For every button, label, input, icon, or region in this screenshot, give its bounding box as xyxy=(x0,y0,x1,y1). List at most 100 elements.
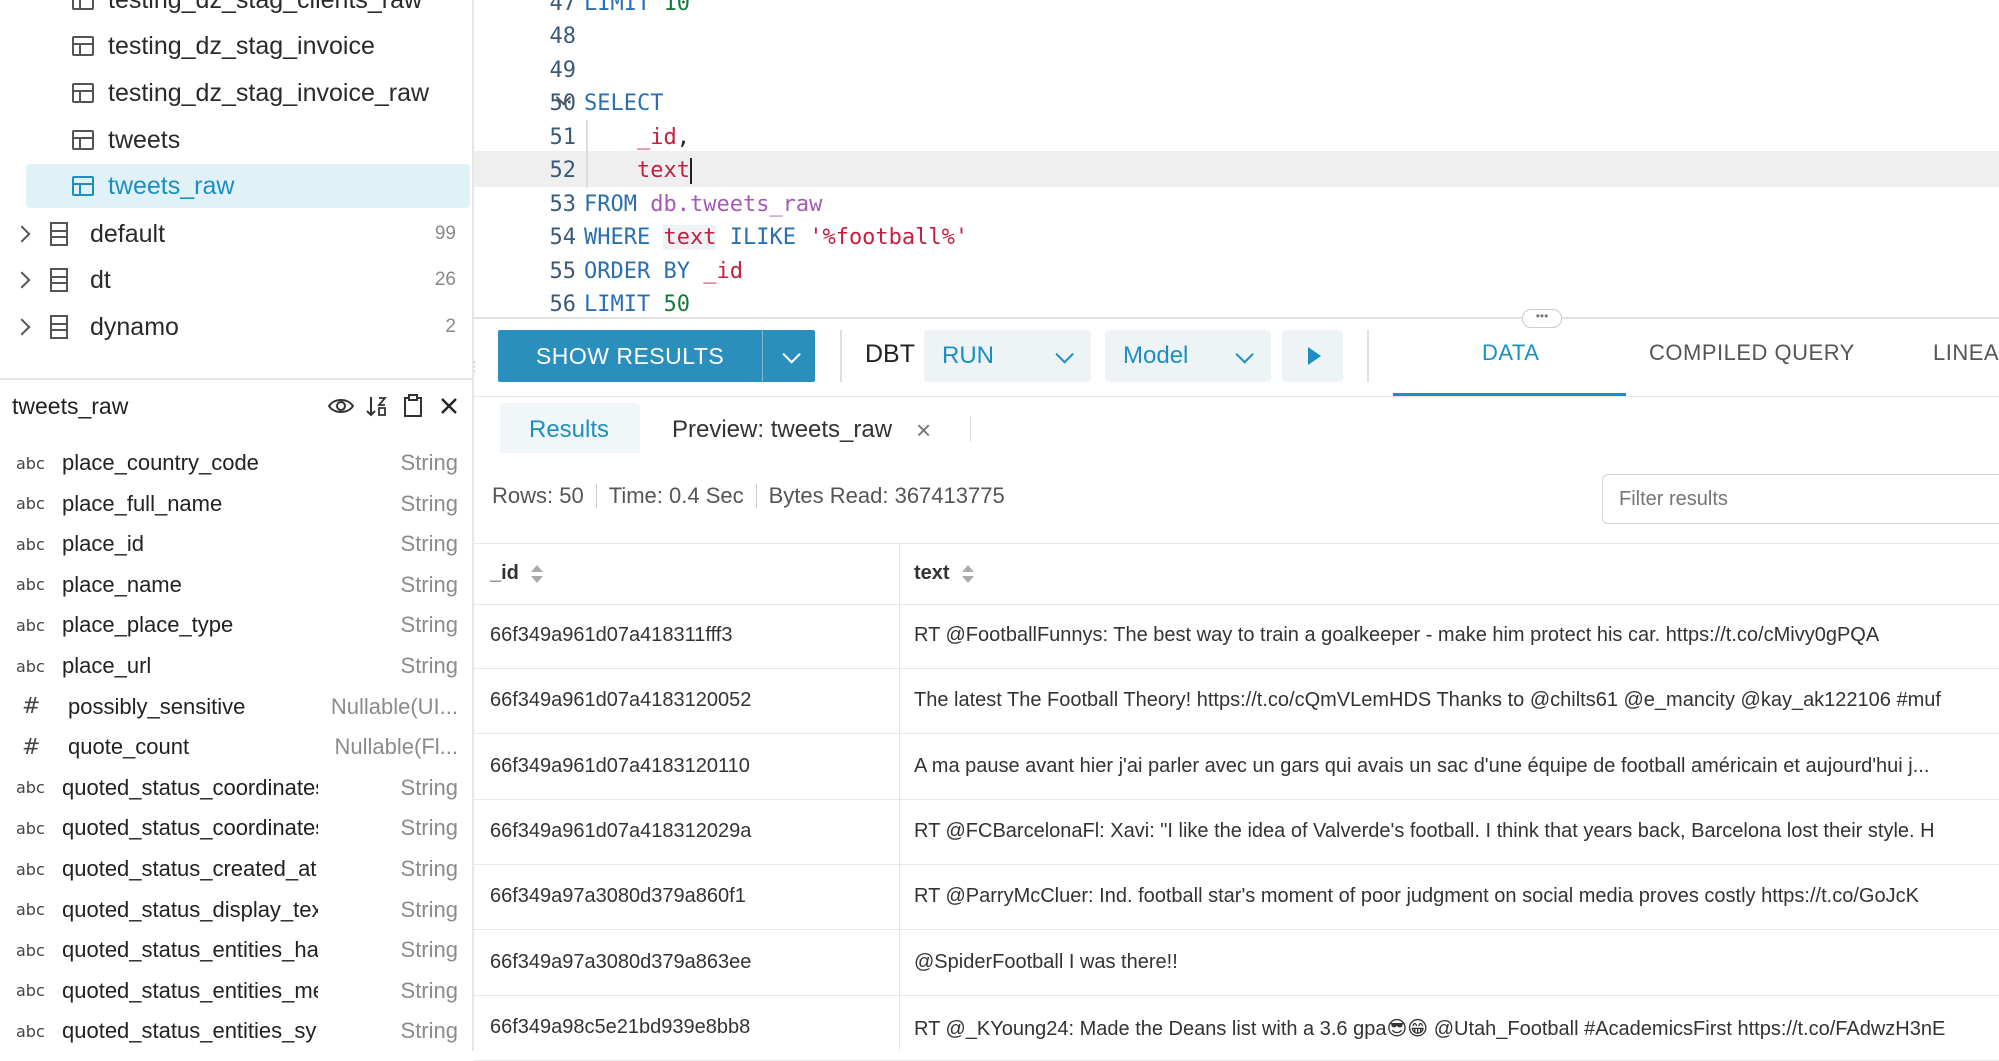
line-number: 55 xyxy=(549,259,577,284)
column-header-id[interactable]: _id xyxy=(490,562,543,585)
clipboard-icon[interactable] xyxy=(400,393,426,419)
tree-item-label: tweets_raw xyxy=(108,171,235,200)
column-type-icon: abc xyxy=(16,656,45,676)
run-model-button[interactable] xyxy=(1282,330,1343,382)
divider xyxy=(0,378,472,380)
column-name: quoted_status_created_at xyxy=(62,856,317,881)
column-name: quoted_status_display_text_r... xyxy=(62,896,318,922)
table-icon xyxy=(72,176,94,196)
schema-column-row[interactable]: abc quoted_status_entities_symb... String xyxy=(0,1011,470,1051)
table-row[interactable]: 66f349a961d07a418312029a RT @FCBarcelonaF… xyxy=(474,800,1999,865)
drag-handle-icon[interactable]: ••• xyxy=(1522,309,1562,328)
column-divider[interactable] xyxy=(899,543,900,1051)
code-line: LIMIT 50 xyxy=(584,292,690,317)
code-token: FROM xyxy=(584,192,637,217)
schema-panel-title: tweets_raw xyxy=(12,392,129,419)
tree-table-item[interactable]: testing_dz_stag_invoice_raw xyxy=(72,71,429,115)
model-select[interactable]: Model xyxy=(1105,330,1271,382)
schema-column-row[interactable]: # quote_count Nullable(Fl... xyxy=(0,727,470,767)
tree-table-item[interactable]: testing_dz_stag_invoice xyxy=(72,24,375,68)
schema-column-row[interactable]: abc place_place_type String xyxy=(0,605,470,645)
column-type-icon: abc xyxy=(16,534,45,554)
chevron-right-icon[interactable] xyxy=(13,271,31,289)
tree-database-item[interactable]: dynamo 2 xyxy=(13,305,470,349)
sort-icon[interactable] xyxy=(364,393,390,419)
table-row[interactable]: 66f349a97a3080d379a863ee @SpiderFootball … xyxy=(474,931,1999,996)
schema-column-row[interactable]: abc quoted_status_coordinates_c... String xyxy=(0,768,470,808)
tree-table-item[interactable]: tweets xyxy=(72,118,180,162)
tab-results[interactable]: Results xyxy=(529,416,609,444)
code-token: WHERE xyxy=(584,225,651,250)
chevron-right-icon[interactable] xyxy=(13,318,31,336)
column-type: Nullable(UI... xyxy=(330,693,458,719)
table-row[interactable]: 66f349a98c5e21bd939e8bb8 RT @_KYoung24: M… xyxy=(474,996,1999,1061)
divider xyxy=(755,484,757,508)
table-row[interactable]: 66f349a97a3080d379a860f1 RT @ParryMcCluer… xyxy=(474,865,1999,931)
tree-item-label: dynamo xyxy=(90,312,179,341)
rows-stat: Rows: 50 xyxy=(492,483,584,508)
column-name: place_place_type xyxy=(62,612,234,638)
tree-database-item[interactable]: default 99 xyxy=(13,212,470,256)
code-token: ILIKE xyxy=(729,225,796,250)
chevron-down-icon xyxy=(782,344,801,364)
code-line: LIMIT 10 xyxy=(584,0,690,16)
code-token: _id xyxy=(703,259,743,284)
column-type: String xyxy=(400,815,458,841)
tree-item-label: default xyxy=(90,219,166,248)
close-icon[interactable] xyxy=(436,393,462,419)
run-select[interactable]: RUN xyxy=(924,330,1091,382)
schema-column-row[interactable]: abc quoted_status_display_text_r... String xyxy=(0,890,470,930)
result-stats: Rows: 50 Time: 0.4 Sec Bytes Read: 36741… xyxy=(492,483,1005,509)
column-type-icon: abc xyxy=(16,615,45,635)
table-row[interactable]: 66f349a961d07a4183120110 A ma pause avant… xyxy=(474,735,1999,800)
chevron-right-icon[interactable] xyxy=(13,225,31,243)
column-name: quoted_status_coordinates_c... xyxy=(62,774,318,800)
tree-table-item-selected[interactable]: tweets_raw xyxy=(26,164,470,208)
schema-column-row[interactable]: abc quoted_status_entities_hasht... String xyxy=(0,930,470,970)
sort-icon[interactable] xyxy=(530,564,543,583)
column-type: String xyxy=(400,571,458,597)
table-icon xyxy=(72,83,94,103)
tab-lineage[interactable]: LINEA xyxy=(1933,340,1999,366)
run-select-label: RUN xyxy=(942,342,994,369)
table-icon xyxy=(72,130,94,150)
line-number: 56 xyxy=(549,292,577,317)
schema-column-row[interactable]: abc place_country_code String xyxy=(0,443,470,483)
divider xyxy=(595,484,597,508)
schema-column-row[interactable]: abc quoted_status_created_at String xyxy=(0,849,470,889)
show-results-dropdown[interactable] xyxy=(762,330,815,382)
schema-column-row[interactable]: abc place_id String xyxy=(0,524,470,564)
schema-column-row[interactable]: abc quoted_status_coordinates_t... String xyxy=(0,808,470,848)
schema-column-row[interactable]: abc place_name String xyxy=(0,565,470,605)
code-token: text xyxy=(663,225,717,250)
column-type: String xyxy=(400,856,458,881)
tab-data[interactable]: DATA xyxy=(1482,340,1539,366)
column-type: String xyxy=(400,450,458,475)
editor-splitter[interactable] xyxy=(474,317,1999,319)
table-icon xyxy=(72,0,94,10)
column-type: String xyxy=(400,1018,458,1044)
column-header-text[interactable]: text xyxy=(914,562,974,585)
sql-editor[interactable]: 47 48 49 50 51 52 53 54 55 56 LIMIT 10 S… xyxy=(474,0,1999,318)
close-icon[interactable]: × xyxy=(916,415,931,446)
table-count: 99 xyxy=(434,223,456,244)
tab-preview[interactable]: Preview: tweets_raw xyxy=(672,416,892,444)
column-name: quoted_status_entities_symb... xyxy=(62,1018,318,1044)
eye-icon[interactable] xyxy=(328,393,354,419)
filter-results-input[interactable] xyxy=(1602,474,1999,524)
tab-compiled-query[interactable]: COMPILED QUERY xyxy=(1649,340,1855,366)
tree-database-item[interactable]: dt 26 xyxy=(13,258,470,302)
tree-table-item[interactable]: testing_dz_stag_clients_raw xyxy=(72,0,422,22)
schema-tree: testing_dz_stag_clients_raw testing_dz_s… xyxy=(0,0,470,378)
show-results-button[interactable]: SHOW RESULTS xyxy=(498,330,815,382)
schema-column-row[interactable]: abc place_url String xyxy=(0,646,470,686)
table-row[interactable]: 66f349a961d07a4183120052 The latest The F… xyxy=(474,669,1999,735)
schema-column-row[interactable]: abc quoted_status_entities_media String xyxy=(0,971,470,1011)
schema-column-row[interactable]: abc place_full_name String xyxy=(0,484,470,524)
column-type: String xyxy=(400,896,458,922)
text-cursor xyxy=(689,158,692,184)
sort-icon[interactable] xyxy=(961,564,974,583)
table-row[interactable]: 66f349a961d07a418311fff3 RT @FootballFunn… xyxy=(474,604,1999,669)
divider xyxy=(474,396,1999,397)
schema-column-row[interactable]: # possibly_sensitive Nullable(UI... xyxy=(0,687,470,727)
